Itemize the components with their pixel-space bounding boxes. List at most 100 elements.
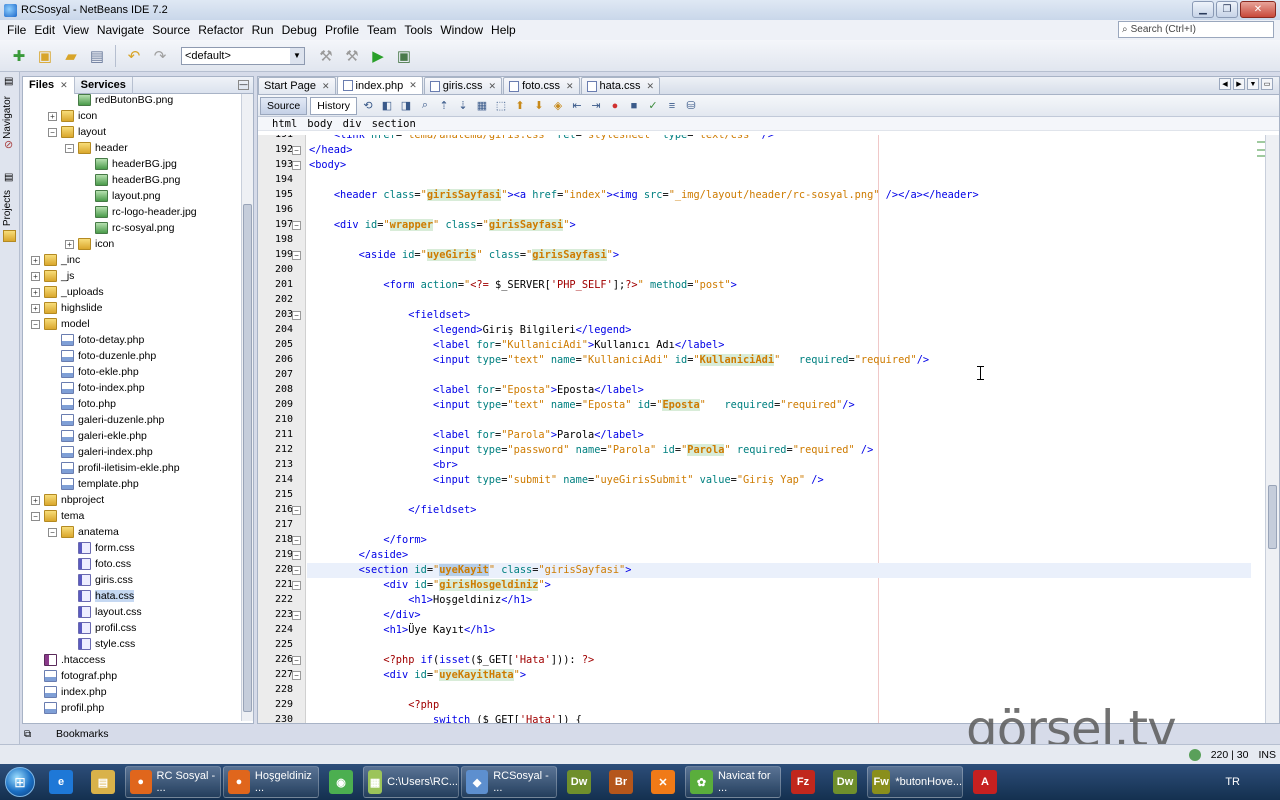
fold-toggle-icon[interactable]: − [292,221,301,230]
tree-item[interactable]: giris.css [65,572,133,588]
database-icon[interactable]: ⛁ [683,98,699,114]
back-icon[interactable]: ◧ [379,98,395,114]
scroll-thumb[interactable] [1268,485,1277,549]
code-line[interactable]: <div id="uyeKayitHata"> [309,668,526,683]
fold-toggle-icon[interactable]: − [292,251,301,260]
scroll-right-icon[interactable]: ▶ [1233,78,1245,90]
menu-item-refactor[interactable]: Refactor [194,23,247,37]
taskbar-pinned-app[interactable]: Dw [825,766,865,798]
tree-item[interactable]: index.php [31,684,107,700]
tree-item[interactable]: − tema [31,508,84,524]
tree-item[interactable]: foto-detay.php [48,332,144,348]
source-button[interactable]: Source [260,96,308,115]
menu-item-debug[interactable]: Debug [278,23,321,37]
find-icon[interactable]: ⌕ [417,98,433,114]
stripe-mark[interactable] [1257,149,1265,151]
file-tree-scrollbar[interactable] [241,94,253,721]
menu-item-window[interactable]: Window [436,23,487,37]
tree-item[interactable]: − anatema [48,524,119,540]
tree-item[interactable]: profil.php [31,700,104,716]
code-line[interactable]: <form action="<?= $_SERVER['PHP_SELF'];?… [309,278,736,293]
close-icon[interactable]: ✕ [322,81,330,92]
expand-icon[interactable]: + [31,303,40,313]
menu-item-tools[interactable]: Tools [400,23,436,37]
tree-item[interactable]: galeri-duzenle.php [48,412,164,428]
scroll-thumb[interactable] [243,204,252,712]
tab-index-php[interactable]: index.php ✕ [336,76,423,94]
tree-item[interactable]: galeri-ekle.php [48,428,147,444]
editor-scrollbar[interactable] [1265,135,1279,723]
close-icon[interactable]: ✕ [409,80,417,91]
scroll-left-icon[interactable]: ◀ [1219,78,1231,90]
code-line[interactable]: <label for="Parola">Parola</label> [309,428,644,443]
maximize-button[interactable]: ❐ [1216,1,1238,18]
start-button[interactable]: ⊞ [0,765,40,799]
tree-item[interactable]: headerBG.jpg [82,156,177,172]
next-bookmark-icon[interactable]: ⬇ [531,98,547,114]
tab-start-page[interactable]: Start Page ✕ [258,77,336,94]
breadcrumb-item[interactable]: section [372,118,416,130]
code-line[interactable]: <br> [309,458,458,473]
code-line[interactable]: </head> [309,143,352,158]
code-line[interactable]: <label for="KullaniciAdi">Kullanıcı Adı<… [309,338,724,353]
taskbar-item[interactable]: ◆ RCSosyal - ... [461,766,557,798]
taskbar-item[interactable]: Fw *butonHove... [867,766,963,798]
navigator-tab[interactable]: Navigator [2,96,13,139]
tree-item[interactable]: hata.css [65,588,135,604]
code-line[interactable]: </div> [309,608,420,623]
tree-item[interactable]: rc-logo-header.jpg [82,204,197,220]
shift-right-icon[interactable]: ⇥ [588,98,604,114]
tree-item[interactable]: − header [65,140,128,156]
open-project-icon[interactable]: ▰ [60,45,82,67]
fold-toggle-icon[interactable]: − [292,161,301,170]
collapse-icon[interactable]: − [48,127,57,137]
fold-toggle-icon[interactable]: − [292,311,301,320]
shift-left-icon[interactable]: ⇤ [569,98,585,114]
taskbar-pinned-app[interactable]: ✕ [643,766,683,798]
collapse-icon[interactable]: − [65,143,74,153]
tree-item[interactable]: foto-index.php [48,380,145,396]
fold-toggle-icon[interactable]: − [292,611,301,620]
code-line[interactable]: <input type="password" name="Parola" id=… [309,443,873,458]
code-line[interactable]: </form> [309,533,426,548]
tree-item[interactable]: style.css [65,636,135,652]
taskbar-pinned-app[interactable]: Dw [559,766,599,798]
code-line[interactable]: <input type="submit" name="uyeGirisSubmi… [309,473,824,488]
taskbar-pinned-app[interactable]: A [965,766,1005,798]
configuration-select[interactable]: <default> ▼ [181,46,305,65]
build-icon[interactable]: ⚒ [315,45,337,67]
tree-item[interactable]: profil-iletisim-ekle.php [48,460,180,476]
code-line[interactable]: <body> [309,158,346,173]
previous-bookmark-icon[interactable]: ⬆ [512,98,528,114]
projects-tab[interactable]: Projects [2,190,13,226]
close-icon[interactable]: ✕ [647,81,655,92]
minimize-panel-icon[interactable]: — [238,80,249,90]
history-button[interactable]: History [310,96,357,115]
close-button[interactable]: ✕ [1240,1,1276,18]
code-line[interactable]: <aside id="uyeGiris" class="girisSayfasi… [309,248,619,263]
tree-item[interactable]: fotograf.php [31,668,117,684]
menu-item-file[interactable]: File [3,23,30,37]
clean-build-icon[interactable]: ⚒ [341,45,363,67]
new-file-icon[interactable]: ✚ [8,45,30,67]
expand-icon[interactable]: + [31,287,40,297]
tab-giris-css[interactable]: giris.css ✕ [423,77,503,94]
bookmarks-bar[interactable]: ⧉ Bookmarks [22,726,254,742]
code-line[interactable]: </fieldset> [309,503,476,518]
taskbar-item[interactable]: ▦ C:\Users\RC... [363,766,459,798]
expand-icon[interactable]: + [31,271,40,281]
stripe-mark[interactable] [1257,141,1265,143]
code-line[interactable]: <legend>Giriş Bilgileri</legend> [309,323,631,338]
menu-item-edit[interactable]: Edit [30,23,59,37]
tab-list-icon[interactable]: ▼ [1247,78,1259,90]
code-line[interactable]: switch ($_GET['Hata']) { [309,713,582,723]
last-edit-icon[interactable]: ⟲ [360,98,376,114]
code-line[interactable]: <input type="text" name="Eposta" id="Epo… [309,398,855,413]
tree-item[interactable]: layout.css [65,604,142,620]
uncomment-icon[interactable]: ≡ [664,98,680,114]
taskbar-item[interactable]: ● RC Sosyal - ... [125,766,221,798]
tree-item[interactable]: redButonBG.png [65,94,173,108]
tree-item[interactable]: rc-sosyal.png [82,220,174,236]
tree-item[interactable]: + _js [31,268,74,284]
stop-macro-icon[interactable]: ■ [626,98,642,114]
